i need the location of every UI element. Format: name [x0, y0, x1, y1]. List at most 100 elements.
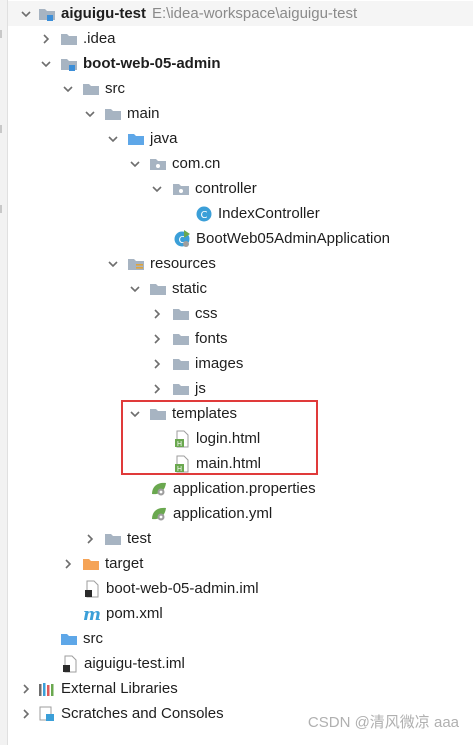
chevron-right-icon[interactable]: [150, 357, 164, 371]
folder-icon: [172, 305, 190, 323]
tree-label: resources: [150, 255, 216, 272]
tree-label: External Libraries: [61, 680, 178, 697]
tree-label: src: [83, 630, 103, 647]
tree-label: IndexController: [218, 205, 320, 222]
tree-label: Scratches and Consoles: [61, 705, 224, 722]
chevron-down-icon[interactable]: [19, 7, 33, 21]
chevron-right-icon[interactable]: [83, 532, 97, 546]
spring-config-icon: [150, 505, 168, 523]
tree-row-package[interactable]: com.cn: [8, 151, 473, 176]
watermark: CSDN @清风微凉 aaa: [307, 714, 459, 731]
folder-icon: [149, 280, 167, 298]
tree-row-pom[interactable]: m pom.xml: [8, 601, 473, 626]
project-path: E:\idea-workspace\aiguigu-test: [152, 5, 358, 22]
tree-label: BootWeb05AdminApplication: [196, 230, 391, 247]
tree-row-src[interactable]: src: [8, 76, 473, 101]
libraries-icon: [38, 680, 56, 698]
scratches-icon: [38, 705, 56, 723]
tree-row-application-yml[interactable]: application.yml: [8, 501, 473, 526]
svg-text:C: C: [201, 210, 208, 221]
iml-file-icon: [83, 580, 101, 598]
tree-label: js: [195, 380, 206, 397]
tree-label: images: [195, 355, 244, 372]
tree-row-module[interactable]: boot-web-05-admin: [8, 51, 473, 76]
chevron-down-icon[interactable]: [106, 132, 120, 146]
chevron-down-icon[interactable]: [61, 82, 75, 96]
tree-row-idea[interactable]: .idea: [8, 26, 473, 51]
tree-row-application-class[interactable]: C BootWeb05AdminApplication: [8, 226, 473, 251]
chevron-down-icon[interactable]: [128, 157, 142, 171]
tree-label: controller: [195, 180, 257, 197]
tree-row-external-libraries[interactable]: External Libraries: [8, 676, 473, 701]
chevron-down-icon[interactable]: [83, 107, 97, 121]
tree-label: src: [105, 80, 125, 97]
tree-row-main[interactable]: main: [8, 101, 473, 126]
tree-row-resources[interactable]: resources: [8, 251, 473, 276]
tree-row-root-src[interactable]: src: [8, 626, 473, 651]
folder-icon: [60, 30, 78, 48]
tree-label: .idea: [83, 30, 116, 47]
tree-label: aiguigu-test.iml: [84, 655, 185, 672]
chevron-down-icon[interactable]: [39, 57, 53, 71]
chevron-right-icon[interactable]: [150, 332, 164, 346]
java-class-icon: C: [195, 205, 213, 223]
chevron-down-icon[interactable]: [106, 257, 120, 271]
tree-row-java[interactable]: java: [8, 126, 473, 151]
tree-row-css[interactable]: css: [8, 301, 473, 326]
tree-label: com.cn: [172, 155, 221, 172]
tree-row-root-iml[interactable]: aiguigu-test.iml: [8, 651, 473, 676]
tree-label: static: [172, 280, 208, 297]
spring-config-icon: [150, 480, 168, 498]
folder-icon: [172, 355, 190, 373]
tree-row-js[interactable]: js: [8, 376, 473, 401]
folder-icon: [172, 330, 190, 348]
tree-label: application.properties: [173, 480, 316, 497]
tree-row-static[interactable]: static: [8, 276, 473, 301]
chevron-right-icon[interactable]: [61, 557, 75, 571]
gutter-marker: [0, 30, 2, 38]
chevron-right-icon[interactable]: [150, 382, 164, 396]
iml-file-icon: [61, 655, 79, 673]
folder-icon: [104, 530, 122, 548]
module-folder-icon: [38, 5, 56, 23]
tree-row-index-controller[interactable]: C IndexController: [8, 201, 473, 226]
tree-row-controller[interactable]: controller: [8, 176, 473, 201]
tree-row-images[interactable]: images: [8, 351, 473, 376]
tree-label: fonts: [195, 330, 228, 347]
left-gutter: [0, 0, 8, 745]
tree-row-module-iml[interactable]: boot-web-05-admin.iml: [8, 576, 473, 601]
chevron-down-icon[interactable]: [150, 182, 164, 196]
excluded-folder-icon: [82, 555, 100, 573]
resources-folder-icon: [127, 255, 145, 273]
tree-label: css: [195, 305, 218, 322]
tree-label: pom.xml: [106, 605, 163, 622]
source-folder-icon: [127, 130, 145, 148]
tree-label: boot-web-05-admin.iml: [106, 580, 259, 597]
chevron-right-icon[interactable]: [150, 307, 164, 321]
chevron-right-icon[interactable]: [19, 707, 33, 721]
chevron-down-icon[interactable]: [128, 282, 142, 296]
tree-row-fonts[interactable]: fonts: [8, 326, 473, 351]
tree-row-test[interactable]: test: [8, 526, 473, 551]
gutter-marker: [0, 205, 2, 213]
svg-text:m: m: [83, 605, 101, 623]
tree-row-target[interactable]: target: [8, 551, 473, 576]
maven-icon: m: [83, 605, 101, 623]
tree-label: test: [127, 530, 152, 547]
tree-label: boot-web-05-admin: [83, 55, 221, 72]
tree-label: aiguigu-test E:\idea-workspace\aiguigu-te…: [61, 5, 358, 22]
package-icon: [149, 155, 167, 173]
gutter-marker: [0, 125, 2, 133]
folder-icon: [172, 380, 190, 398]
chevron-right-icon[interactable]: [19, 682, 33, 696]
tree-row-application-properties[interactable]: application.properties: [8, 476, 473, 501]
folder-icon: [104, 105, 122, 123]
tree-label: target: [105, 555, 144, 572]
tree-label: java: [150, 130, 178, 147]
tree-row-project-root[interactable]: aiguigu-test E:\idea-workspace\aiguigu-te…: [8, 1, 473, 26]
source-folder-icon: [60, 630, 78, 648]
tree-label: application.yml: [173, 505, 273, 522]
chevron-right-icon[interactable]: [39, 32, 53, 46]
tree-label: main: [127, 105, 160, 122]
folder-icon: [82, 80, 100, 98]
